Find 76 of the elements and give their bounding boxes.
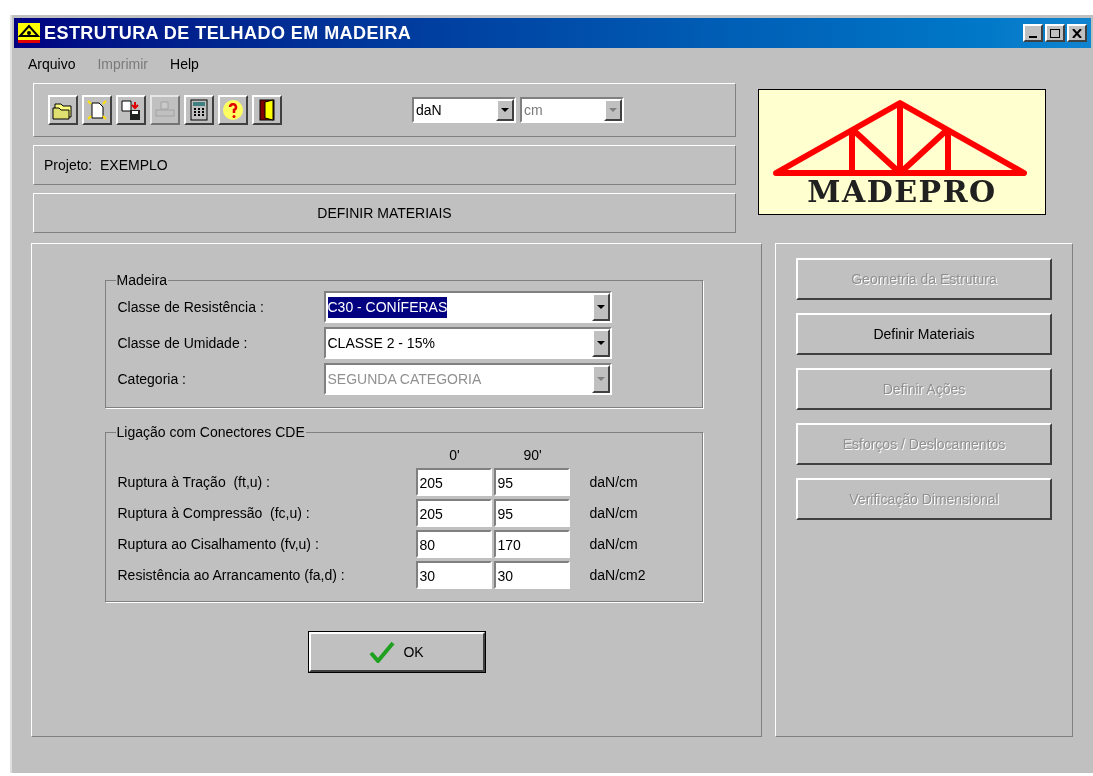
window-title: ESTRUTURA DE TELHADO EM MADEIRA <box>44 21 412 45</box>
folder-icon <box>52 100 74 120</box>
ok-button[interactable]: OK <box>308 632 485 672</box>
input-field[interactable]: 95 <box>493 468 570 496</box>
input-field[interactable]: 95 <box>493 499 570 527</box>
toolbar-button[interactable] <box>48 95 78 125</box>
field-value: 30 <box>419 567 436 586</box>
unit-dropdown[interactable]: daN <box>412 97 516 123</box>
caret-icon <box>501 108 509 112</box>
dropdown-value: SEGUNDA CATEGORIA <box>327 369 482 389</box>
project-label: Projeto: EXEMPLO <box>44 155 168 175</box>
printer-icon <box>154 100 176 120</box>
toolbar-button[interactable] <box>252 95 282 125</box>
dropdown-value: CLASSE 2 - 15% <box>327 333 435 353</box>
field-label: Ruptura ao Cisalhamento (fv,u) : <box>117 534 320 554</box>
menu-item[interactable]: Help <box>170 53 199 75</box>
column-header: 90' <box>522 446 543 465</box>
input-field[interactable]: 80 <box>415 530 492 558</box>
app-logo-icon <box>18 23 40 43</box>
toolbar-button[interactable] <box>116 95 146 125</box>
field-value: 80 <box>419 536 436 555</box>
caret-icon <box>596 377 605 381</box>
input-field[interactable]: 30 <box>415 561 492 589</box>
dropdown-value: cm <box>523 100 544 120</box>
calculator-icon <box>190 99 208 121</box>
field-label: Classe de Umidade : <box>117 333 249 353</box>
dropdown-field[interactable]: C30 - CONÍFERAS <box>323 291 612 323</box>
maximize-button[interactable] <box>1045 24 1065 42</box>
field-value: 205 <box>419 505 443 524</box>
field-value: 30 <box>497 567 514 586</box>
group-label: Ligação com Conectores CDE <box>115 423 306 442</box>
toolbar-button[interactable] <box>82 95 112 125</box>
field-label: Classe de Resistência : <box>117 297 265 317</box>
section-title: DEFINIR MATERIAIS <box>317 203 452 223</box>
field-value: 95 <box>497 505 514 524</box>
dropdown-arrow-button[interactable] <box>591 293 610 321</box>
dropdown-arrow-button[interactable] <box>496 99 514 121</box>
input-field[interactable]: 205 <box>415 499 492 527</box>
minimize-button[interactable] <box>1023 24 1043 42</box>
field-value: 205 <box>419 474 443 493</box>
toolbar-button[interactable] <box>184 95 214 125</box>
dropdown-value: C30 - CONÍFERAS <box>327 296 448 318</box>
menu-item[interactable]: Arquivo <box>28 53 76 75</box>
input-field[interactable]: 170 <box>493 530 570 558</box>
toolbar-button[interactable] <box>218 95 248 125</box>
unit-label: daN/cm2 <box>589 565 646 585</box>
field-label: Resistência ao Arrancamento (fa,d) : <box>117 565 346 585</box>
field-value: 95 <box>497 474 514 493</box>
unit-label: daN/cm <box>589 534 638 554</box>
caret-icon <box>596 305 605 309</box>
caret-icon <box>609 108 617 112</box>
checkmark-icon <box>369 641 396 663</box>
step-button[interactable]: Definir Materiais <box>796 313 1052 355</box>
new-document-icon <box>86 99 108 121</box>
maximize-icon <box>1050 28 1060 38</box>
dropdown-field[interactable]: CLASSE 2 - 15% <box>323 327 612 359</box>
field-value: 170 <box>497 536 521 555</box>
dropdown-value: daN <box>415 100 443 120</box>
caret-icon <box>596 341 605 345</box>
input-field[interactable]: 205 <box>415 468 492 496</box>
close-icon <box>1072 28 1082 38</box>
field-label: Categoria : <box>117 369 187 389</box>
minimize-icon <box>1029 36 1037 38</box>
unit-label: daN/cm <box>589 503 638 523</box>
group-label: Madeira <box>115 271 169 290</box>
close-button[interactable] <box>1067 24 1087 42</box>
column-header: 0' <box>448 446 461 465</box>
door-icon <box>259 99 275 121</box>
dropdown-arrow-button[interactable] <box>591 329 610 357</box>
field-label: Ruptura à Compressão (fc,u) : <box>117 503 311 523</box>
input-field[interactable]: 30 <box>493 561 570 589</box>
unit-label: daN/cm <box>589 472 638 492</box>
help-icon <box>222 99 244 121</box>
logo-text: MADEPRO <box>807 177 997 207</box>
field-label: Ruptura à Tração (ft,u) : <box>117 472 271 492</box>
save-icon <box>120 99 142 121</box>
